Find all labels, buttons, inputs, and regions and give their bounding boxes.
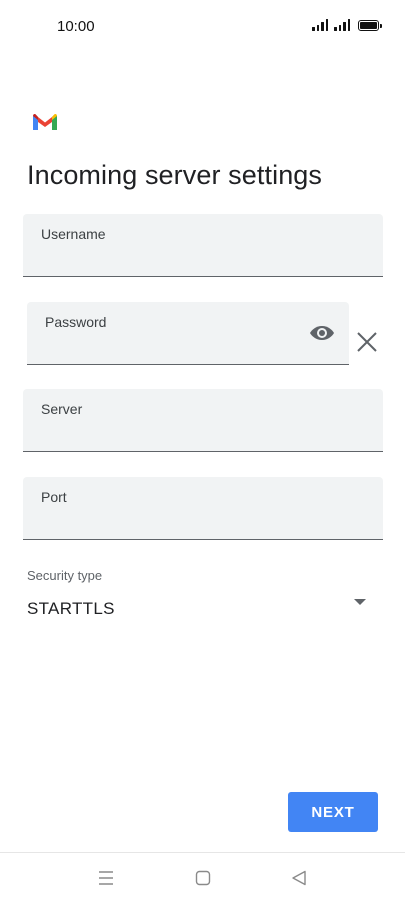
home-icon[interactable] [194, 869, 212, 887]
back-icon[interactable] [290, 869, 308, 887]
status-time: 10:00 [57, 18, 95, 35]
username-input[interactable] [41, 248, 365, 270]
port-label: Port [41, 489, 67, 505]
gmail-logo [33, 113, 57, 130]
username-field[interactable]: Username [23, 214, 383, 277]
dropdown-arrow-icon [354, 599, 366, 605]
eye-icon[interactable] [309, 321, 335, 345]
screen: 10:00 Incoming server settings Username … [0, 0, 405, 902]
username-label: Username [41, 226, 106, 242]
signal-icon [312, 19, 328, 31]
password-field[interactable]: Password [27, 302, 349, 365]
battery-icon [358, 20, 382, 31]
close-icon[interactable] [355, 330, 379, 354]
security-type-value: STARTTLS [27, 599, 115, 618]
page-title: Incoming server settings [27, 160, 323, 190]
server-label: Server [41, 401, 83, 417]
security-type-label: Security type [27, 568, 103, 583]
navigation-bar [0, 853, 405, 902]
menu-icon[interactable] [97, 869, 115, 887]
status-icons [312, 19, 382, 31]
security-type-dropdown[interactable]: STARTTLS [27, 592, 377, 626]
port-field[interactable]: Port [23, 477, 383, 540]
port-input[interactable] [41, 511, 365, 533]
next-button[interactable]: NEXT [288, 792, 378, 832]
password-label: Password [45, 314, 107, 330]
server-input[interactable] [41, 423, 365, 445]
status-bar: 10:00 [0, 0, 405, 54]
signal-icon [334, 19, 350, 31]
password-input[interactable] [45, 336, 299, 358]
server-field[interactable]: Server [23, 389, 383, 452]
